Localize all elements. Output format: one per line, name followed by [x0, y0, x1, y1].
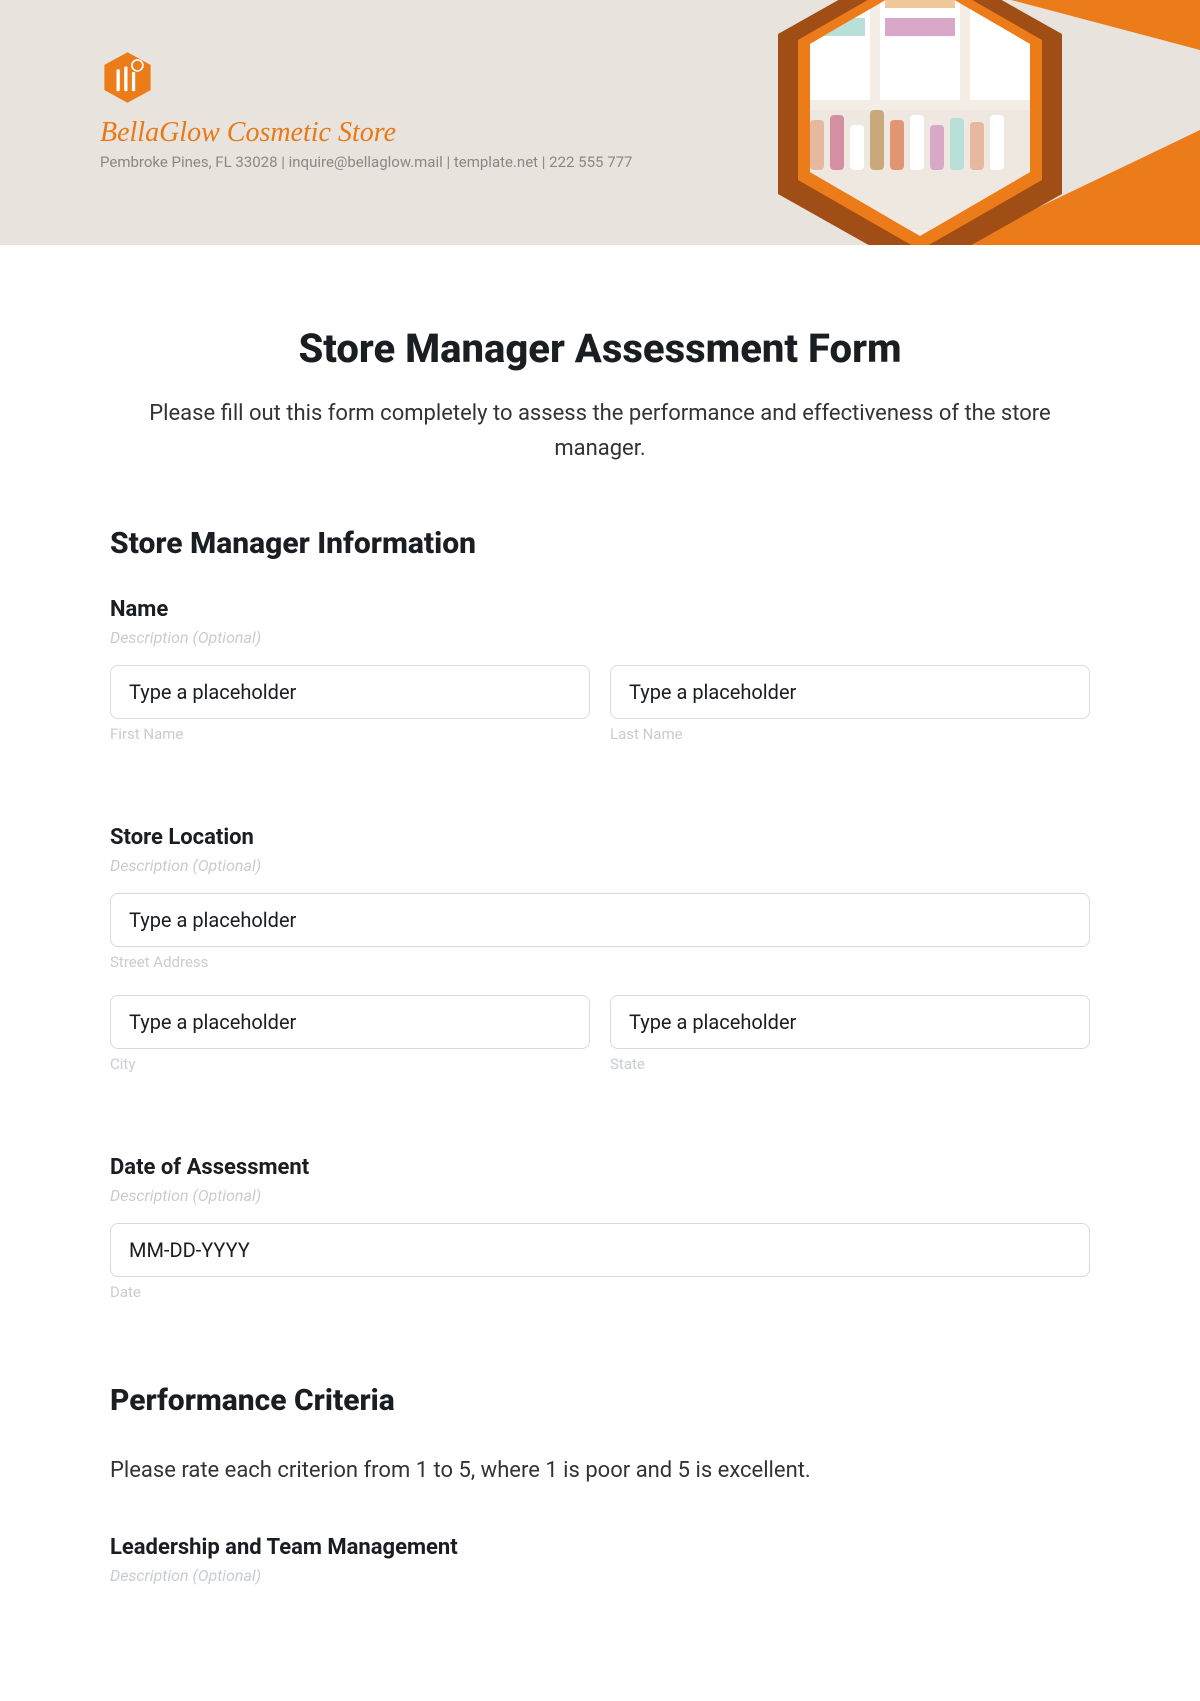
- state-sublabel: State: [610, 1055, 1090, 1073]
- state-input[interactable]: [610, 995, 1090, 1049]
- brand-logo-icon: [100, 50, 155, 105]
- city-input[interactable]: [110, 995, 590, 1049]
- first-name-sublabel: First Name: [110, 725, 590, 743]
- field-label-name: Name: [110, 597, 1090, 622]
- field-group-location: Store Location Description (Optional) St…: [110, 825, 1090, 1091]
- field-label-location: Store Location: [110, 825, 1090, 850]
- performance-intro: Please rate each criterion from 1 to 5, …: [110, 1454, 1090, 1487]
- last-name-input[interactable]: [610, 665, 1090, 719]
- field-label-date: Date of Assessment: [110, 1155, 1090, 1180]
- brand-contact: Pembroke Pines, FL 33028 | inquire@bella…: [100, 153, 1100, 171]
- criterion-leadership-label: Leadership and Team Management: [110, 1535, 1090, 1560]
- last-name-sublabel: Last Name: [610, 725, 1090, 743]
- page-intro: Please fill out this form completely to …: [140, 396, 1060, 466]
- field-desc-date: Description (Optional): [110, 1186, 1090, 1205]
- field-desc-location: Description (Optional): [110, 856, 1090, 875]
- field-group-name: Name Description (Optional) First Name L…: [110, 597, 1090, 761]
- field-desc-name: Description (Optional): [110, 628, 1090, 647]
- first-name-input[interactable]: [110, 665, 590, 719]
- header-banner: BellaGlow Cosmetic Store Pembroke Pines,…: [0, 0, 1200, 245]
- street-input[interactable]: [110, 893, 1090, 947]
- date-sublabel: Date: [110, 1283, 1090, 1301]
- date-input[interactable]: [110, 1223, 1090, 1277]
- field-group-date: Date of Assessment Description (Optional…: [110, 1155, 1090, 1319]
- criterion-leadership-desc: Description (Optional): [110, 1566, 1090, 1585]
- street-sublabel: Street Address: [110, 953, 1090, 971]
- section-heading-performance: Performance Criteria: [110, 1383, 1090, 1418]
- city-sublabel: City: [110, 1055, 590, 1073]
- brand-name: BellaGlow Cosmetic Store: [100, 117, 1100, 149]
- section-heading-manager-info: Store Manager Information: [110, 526, 1090, 561]
- page-title: Store Manager Assessment Form: [110, 325, 1090, 372]
